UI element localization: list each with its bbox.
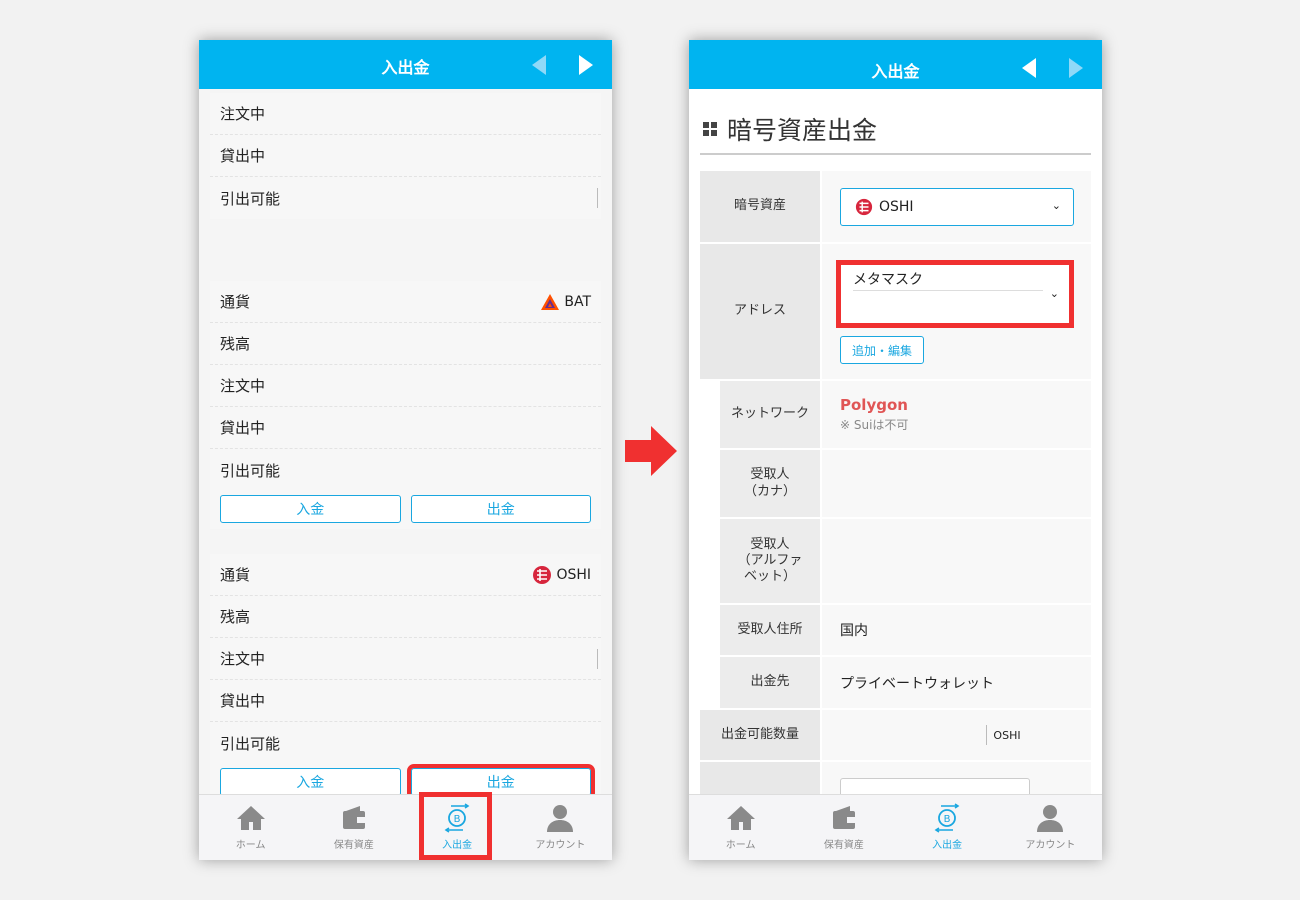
network-value: Polygon: [840, 396, 908, 414]
quantity-row: [700, 762, 1091, 794]
destination-label: 出金先: [718, 657, 820, 708]
recipient-address-row: 受取人住所 国内: [700, 605, 1091, 657]
list-item: 残高: [210, 323, 601, 365]
available-unit: OSHI: [993, 728, 1021, 742]
recipient-alpha-row: 受取人 （アルファ ベット）: [700, 519, 1091, 605]
recipient-address-value: 国内: [820, 605, 1091, 655]
deposit-button[interactable]: 入金: [220, 495, 401, 523]
home-icon: [726, 806, 755, 830]
address-row: アドレス メタマスク ⌄ 追加・編集: [700, 244, 1091, 381]
destination-row: 出金先 プライベートウォレット: [700, 657, 1091, 710]
asset-select[interactable]: OSHI ⌄: [840, 187, 1074, 226]
nav-deposit-withdraw[interactable]: B 入出金: [896, 795, 999, 860]
currency-value: BAT: [540, 293, 591, 311]
withdraw-button[interactable]: 出金: [410, 495, 591, 523]
network-label: ネットワーク: [718, 381, 820, 448]
title-divider: [700, 153, 1091, 155]
destination-value: プライベートウォレット: [820, 657, 1091, 708]
bottom-nav: ホーム 保有資産 B 入出金 アカウント: [199, 794, 612, 860]
recipient-alpha-label: 受取人 （アルファ ベット）: [718, 519, 820, 603]
nav-home[interactable]: ホーム: [199, 795, 302, 860]
network-note: ※ Suiは不可: [840, 418, 909, 432]
list-item: 注文中: [210, 638, 601, 680]
wallet-icon: [342, 806, 366, 829]
list-item: 注文中: [210, 93, 601, 135]
recipient-address-label: 受取人住所: [718, 605, 820, 655]
bottom-nav: ホーム 保有資産 B 入出金 アカウント: [689, 794, 1102, 860]
chevron-down-icon: ⌄: [1051, 198, 1061, 212]
list-item: 引出可能: [220, 461, 281, 480]
currency-row: 通貨 OSHI: [210, 554, 601, 596]
balance-card-oshi: 通貨 OSHI 残高 注文中 貸出中 引出可能 入金 出金: [210, 554, 601, 794]
forward-arrow-icon[interactable]: [1066, 56, 1086, 80]
list-item: 貸出中: [210, 407, 601, 449]
deposit-button[interactable]: 入金: [220, 768, 401, 794]
list-item: 注文中: [210, 365, 601, 407]
chevron-down-icon: ⌄: [1049, 287, 1059, 300]
available-label: 出金可能数量: [700, 710, 820, 760]
list-item: 引出可能: [220, 734, 281, 753]
transition-arrow-icon: [625, 426, 677, 476]
balance-card-top: 注文中 貸出中 引出可能: [210, 93, 601, 219]
asset-label: 暗号資産: [700, 171, 820, 242]
nav-highlight-frame: [419, 792, 492, 860]
svg-text:B: B: [944, 814, 951, 825]
withdraw-button-highlighted[interactable]: 出金: [406, 764, 595, 794]
deposit-withdraw-icon: B: [934, 803, 960, 833]
left-content: 注文中 貸出中 引出可能 通貨 BAT 残高 注文中 貸出中 引出可能 入金 出…: [199, 89, 612, 794]
currency-row: 通貨 BAT: [210, 281, 601, 323]
back-arrow-icon[interactable]: [529, 53, 549, 77]
available-row: 出金可能数量 OSHI: [700, 710, 1091, 762]
currency-label: 通貨: [220, 566, 251, 584]
withdraw-form: 暗号資産 OSHI ⌄ アドレス メタマスク ⌄ 追加・編集 ネットワーク Po…: [700, 171, 1091, 794]
header-bar: 入出金: [689, 40, 1102, 89]
asset-row: 暗号資産 OSHI ⌄: [700, 171, 1091, 244]
withdraw-form-content: 暗号資産出金 暗号資産 OSHI ⌄ アドレス メタマスク ⌄ 追加・編集 ネッ…: [689, 89, 1102, 794]
currency-label: 通貨: [220, 293, 251, 311]
address-select-highlighted[interactable]: メタマスク ⌄: [836, 260, 1074, 328]
left-phone-screen: 入出金 注文中 貸出中 引出可能 通貨 BAT 残高 注文中 貸出中 引出可能 …: [199, 40, 612, 860]
header-title: 入出金: [381, 58, 430, 77]
home-icon: [236, 806, 265, 830]
list-item: 貸出中: [210, 135, 601, 177]
account-icon: [1037, 805, 1064, 832]
scroll-indicator: [597, 188, 598, 208]
network-row: ネットワーク Polygon ※ Suiは不可: [700, 381, 1091, 450]
nav-home[interactable]: ホーム: [689, 795, 792, 860]
list-item: 残高: [210, 596, 601, 638]
forward-arrow-icon[interactable]: [576, 53, 596, 77]
right-phone-screen: 入出金 暗号資産出金 暗号資産 OSHI ⌄ アドレス メタマスク ⌄ 追加・編…: [689, 40, 1102, 860]
scroll-indicator: [597, 648, 598, 669]
address-label: アドレス: [700, 244, 820, 379]
address-edit-button[interactable]: 追加・編集: [840, 336, 924, 364]
bat-logo-icon: [541, 293, 560, 310]
oshi-logo-icon: [855, 198, 873, 215]
grid-icon: [703, 122, 717, 136]
recipient-kana-row: 受取人 （カナ）: [700, 450, 1091, 519]
oshi-logo-icon: [533, 565, 552, 584]
recipient-kana-label: 受取人 （カナ）: [718, 450, 820, 517]
header-title: 入出金: [871, 62, 920, 81]
balance-card-bat: 通貨 BAT 残高 注文中 貸出中 引出可能 入金 出金: [210, 281, 601, 529]
header-bar: 入出金: [199, 40, 612, 89]
nav-assets[interactable]: 保有資産: [302, 795, 405, 860]
page-title: 暗号資産出金: [703, 111, 877, 147]
list-item: 引出可能: [210, 177, 601, 219]
currency-value: OSHI: [532, 565, 591, 585]
value-divider: [986, 725, 988, 745]
nav-account[interactable]: アカウント: [509, 795, 612, 860]
quantity-input[interactable]: [840, 778, 1030, 794]
list-item: 貸出中: [210, 680, 601, 722]
nav-assets[interactable]: 保有資産: [792, 795, 895, 860]
nav-account[interactable]: アカウント: [999, 795, 1102, 860]
wallet-icon: [832, 806, 856, 829]
back-arrow-icon[interactable]: [1019, 56, 1039, 80]
account-icon: [547, 805, 574, 832]
